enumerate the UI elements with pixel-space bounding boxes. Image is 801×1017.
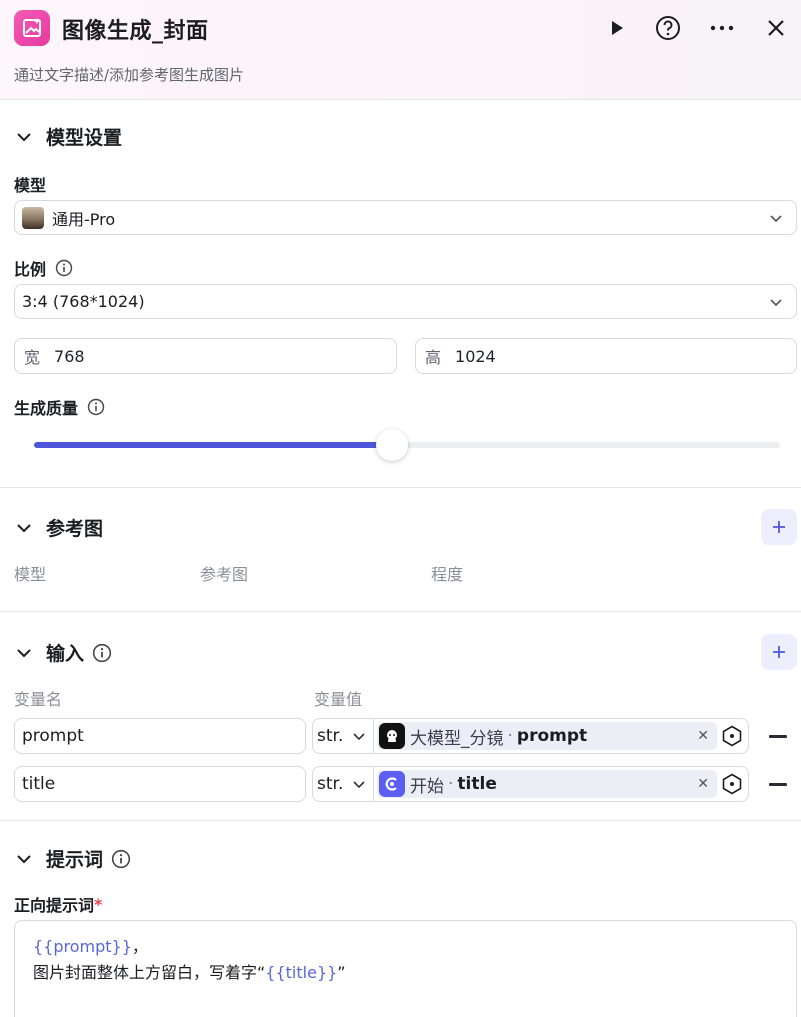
- ratio-value: 3:4 (768*1024): [22, 292, 145, 311]
- node-title: 图像生成_封面: [62, 19, 209, 44]
- variable-picker-icon[interactable]: [721, 773, 743, 795]
- close-icon: [768, 20, 784, 36]
- var-value-field: str. 开始 · title ✕: [312, 766, 749, 802]
- ratio-select[interactable]: 3:4 (768*1024): [14, 284, 797, 319]
- plus-icon: [773, 646, 785, 658]
- divider: [0, 820, 801, 821]
- width-value: 768: [54, 346, 85, 366]
- ref-separator: ·: [507, 726, 513, 746]
- prompt-header[interactable]: 提示词: [14, 845, 131, 872]
- prompt-text: ”: [337, 963, 346, 982]
- variable-reference-chip[interactable]: 大模型_分镜 · prompt ✕: [377, 722, 717, 750]
- width-input[interactable]: 宽 768: [14, 338, 397, 374]
- remove-ref-icon[interactable]: ✕: [697, 776, 709, 792]
- node-header: 图像生成_封面 通过文字描述/添加参考图生成图片: [0, 0, 801, 100]
- close-button[interactable]: [760, 12, 792, 44]
- model-settings-header[interactable]: 模型设置: [14, 123, 122, 150]
- help-icon: [656, 16, 680, 40]
- type-value: str.: [317, 726, 344, 746]
- more-button[interactable]: [706, 12, 738, 44]
- start-node-icon: [379, 771, 405, 797]
- divider: [0, 611, 801, 612]
- required-mark: *: [94, 894, 103, 914]
- model-label: 模型: [14, 176, 47, 195]
- positive-prompt-label-row: 正向提示词 *: [14, 892, 102, 916]
- chevron-down-icon: [14, 127, 34, 147]
- inputs-header[interactable]: 输入: [14, 639, 112, 666]
- ratio-label-row: 比例: [14, 256, 74, 280]
- more-icon: [710, 25, 734, 31]
- chevron-down-icon: [14, 643, 34, 663]
- run-button[interactable]: [600, 12, 632, 44]
- info-icon[interactable]: [92, 643, 112, 663]
- prompt-line-2: 图片封面整体上方留白，写着字“{{title}}”: [33, 960, 778, 986]
- col-header-reference: 参考图: [200, 565, 249, 584]
- height-value: 1024: [455, 346, 496, 366]
- variable-reference-chip[interactable]: 开始 · title ✕: [377, 770, 717, 798]
- prompt-line-1: {{prompt}}，: [33, 934, 778, 960]
- model-avatar: [22, 206, 44, 229]
- chevron-down-icon: [770, 299, 782, 307]
- chevron-down-icon: [14, 849, 34, 869]
- remove-ref-icon[interactable]: ✕: [697, 728, 709, 744]
- type-select[interactable]: str.: [313, 767, 374, 801]
- type-value: str.: [317, 774, 344, 794]
- quality-slider-handle[interactable]: [376, 429, 409, 461]
- remove-row-button[interactable]: [769, 735, 787, 738]
- col-header-var-value: 变量值: [314, 690, 363, 709]
- play-icon: [612, 21, 623, 35]
- divider: [0, 487, 801, 488]
- ref-separator: ·: [448, 774, 454, 794]
- ref-variable: title: [457, 774, 497, 794]
- section-title: 模型设置: [46, 127, 123, 149]
- width-prefix: 宽: [24, 348, 41, 367]
- prompt-text: ，: [131, 937, 148, 956]
- image-gen-app-icon: [14, 10, 50, 46]
- quality-label-row: 生成质量: [14, 395, 106, 419]
- section-title: 输入: [46, 643, 85, 665]
- remove-row-button[interactable]: [769, 783, 787, 786]
- prompt-text: 图片封面整体上方留白，写着字“: [33, 963, 266, 982]
- ref-source: 大模型_分镜: [410, 728, 504, 749]
- col-header-strength: 程度: [431, 565, 464, 584]
- col-header-var-name: 变量名: [14, 690, 63, 709]
- info-icon[interactable]: [54, 258, 74, 278]
- node-description: 通过文字描述/添加参考图生成图片: [14, 66, 245, 84]
- chevron-down-icon: [353, 733, 365, 741]
- info-icon[interactable]: [86, 397, 106, 417]
- help-button[interactable]: [652, 12, 684, 44]
- var-name-input[interactable]: prompt: [14, 718, 306, 754]
- var-value-field: str. 大模型_分镜 · prompt ✕: [312, 718, 749, 754]
- ref-source: 开始: [410, 776, 444, 797]
- section-title: 参考图: [46, 518, 104, 540]
- var-name-input[interactable]: title: [14, 766, 306, 802]
- ref-variable: prompt: [516, 726, 588, 746]
- add-input-button[interactable]: [761, 634, 797, 670]
- add-reference-button[interactable]: [761, 509, 797, 545]
- quality-slider-fill: [34, 442, 393, 448]
- positive-prompt-label: 正向提示词: [14, 896, 95, 915]
- section-title: 提示词: [46, 849, 104, 871]
- model-value: 通用-Pro: [52, 209, 116, 229]
- info-icon[interactable]: [111, 849, 131, 869]
- prompt-variable-token: {{prompt}}: [33, 937, 132, 956]
- chevron-down-icon: [770, 215, 782, 223]
- quality-label: 生成质量: [14, 399, 79, 418]
- plus-icon: [773, 521, 785, 533]
- positive-prompt-editor[interactable]: {{prompt}}， 图片封面整体上方留白，写着字“{{title}}”: [14, 920, 797, 1017]
- height-input[interactable]: 高 1024: [415, 338, 797, 374]
- llm-node-icon: [379, 723, 405, 749]
- model-select[interactable]: 通用-Pro: [14, 200, 797, 235]
- col-header-model: 模型: [14, 565, 47, 584]
- height-prefix: 高: [425, 348, 442, 367]
- chevron-down-icon: [14, 518, 34, 538]
- variable-picker-icon[interactable]: [721, 725, 743, 747]
- chevron-down-icon: [353, 781, 365, 789]
- reference-header[interactable]: 参考图: [14, 514, 103, 541]
- type-select[interactable]: str.: [313, 719, 374, 753]
- ratio-label: 比例: [14, 260, 47, 279]
- prompt-variable-token: {{title}}: [265, 963, 338, 982]
